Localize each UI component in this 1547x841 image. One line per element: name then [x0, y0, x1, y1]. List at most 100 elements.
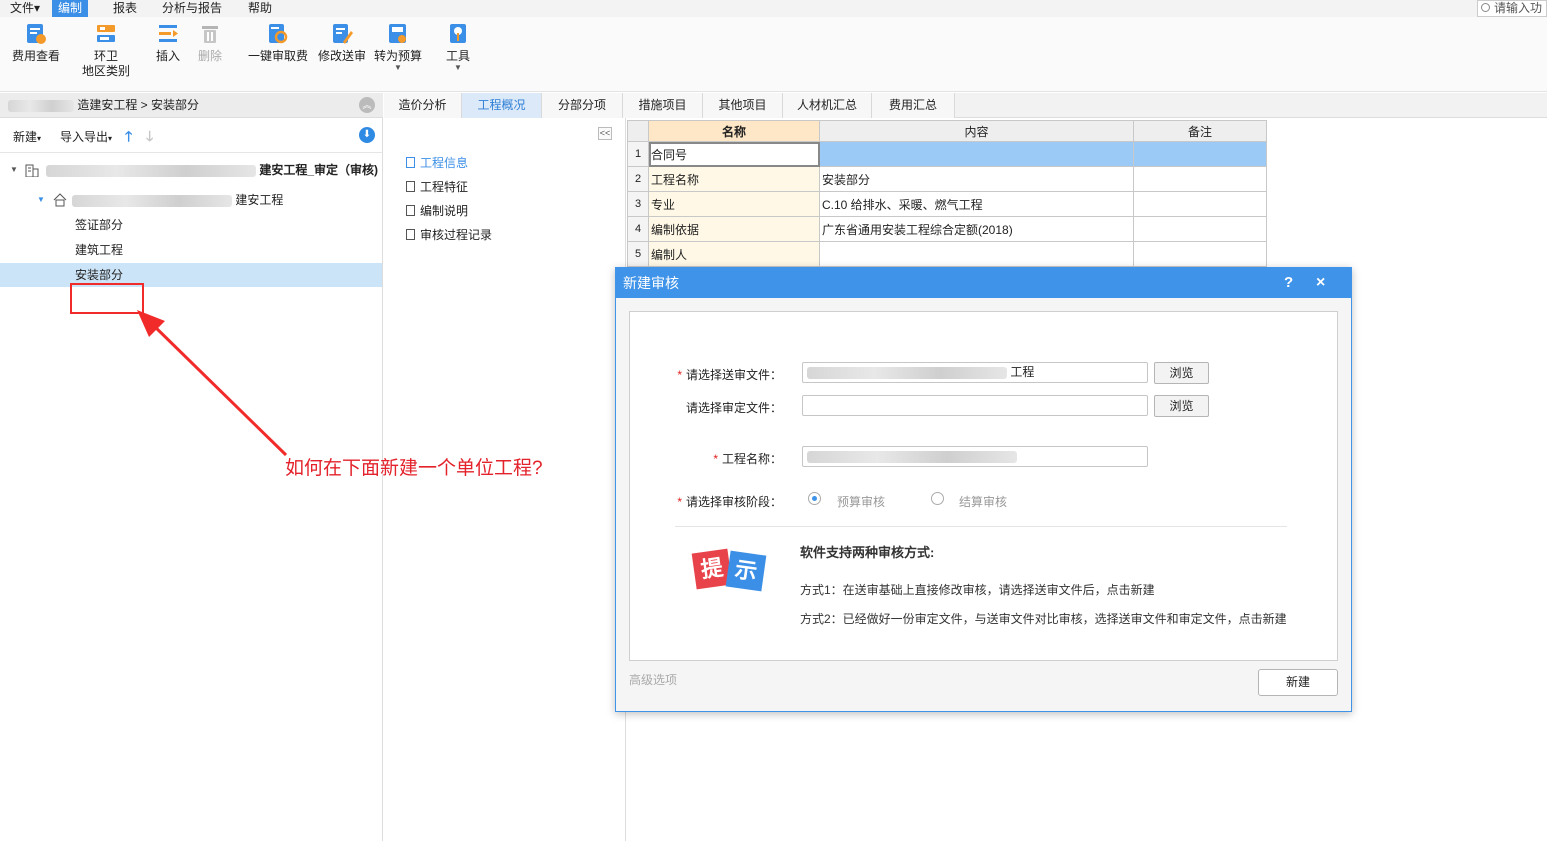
browse-approved-button[interactable]: 浏览: [1154, 395, 1209, 417]
collapse-up-icon[interactable]: ︽: [359, 97, 375, 113]
table-row[interactable]: 2 工程名称 安装部分: [627, 166, 1267, 192]
tree-toolbar: 新建▾ 导入导出▾ 🡑 🡓 ⬇: [0, 119, 383, 153]
download-icon[interactable]: ⬇: [359, 127, 375, 143]
tools-button[interactable]: 工具 ▼: [440, 22, 476, 72]
create-button[interactable]: 新建: [1258, 669, 1338, 696]
home-icon: [53, 193, 67, 207]
nav-audit-log[interactable]: 审核过程记录: [406, 225, 492, 245]
import-export-button[interactable]: 导入导出▾: [60, 128, 112, 145]
fee-view-icon: [27, 24, 46, 44]
stage-budget-label: 预算审核: [837, 495, 886, 509]
move-up-icon[interactable]: 🡑: [125, 126, 132, 150]
menu-report[interactable]: 报表: [107, 0, 143, 17]
close-icon[interactable]: ×: [1316, 268, 1325, 298]
blurred-text: [807, 450, 1017, 463]
approved-file-input[interactable]: [802, 395, 1148, 416]
project-name-label: * 工程名称：: [713, 452, 782, 466]
building-icon: [25, 164, 39, 177]
search-icon: [1481, 3, 1490, 12]
tree-root-node[interactable]: ▼ 建安工程_审定（审核): [0, 158, 382, 182]
tip-way-1: 方式1：在送审基础上直接修改审核，请选择送审文件后，点击新建: [800, 583, 1155, 597]
annotation-highlight-box: [70, 283, 144, 314]
table-row[interactable]: 1 合同号: [627, 141, 1267, 167]
modify-send-button[interactable]: 修改送审: [316, 22, 368, 64]
project-name-input[interactable]: [802, 446, 1148, 467]
tools-icon: [450, 24, 466, 43]
convert-budget-icon: [389, 24, 406, 43]
document-icon: [406, 181, 415, 192]
audit-fee-icon: [269, 24, 288, 44]
audit-stage-label: * 请选择审核阶段：: [677, 495, 782, 509]
column-header[interactable]: 备注: [1133, 120, 1267, 142]
expand-arrow-icon[interactable]: ▼: [37, 188, 45, 212]
toolbar: 费用查看 环卫 地区类别 插入 删除 一键审取费 修改送审 转为预算 ▼ 工具 …: [0, 17, 1547, 92]
menu-help[interactable]: 帮助: [242, 0, 278, 17]
insert-button[interactable]: 插入: [150, 22, 186, 64]
tab-sub-items[interactable]: 分部分项: [542, 93, 623, 118]
stage-settlement-label: 结算审核: [959, 495, 1008, 509]
table-row[interactable]: 3 专业 C.10 给排水、采暖、燃气工程: [627, 191, 1267, 217]
tree-item-install[interactable]: 安装部分: [0, 263, 382, 287]
dialog-body: * 请选择送审文件： 工程 浏览 请选择审定文件： 浏览 * 工程名称： * 请选择审…: [629, 311, 1338, 661]
nav-project-info[interactable]: 工程信息: [406, 153, 468, 173]
row-num-header: [627, 120, 649, 142]
table-row[interactable]: 5 编制人: [627, 241, 1267, 267]
insert-icon: [159, 25, 178, 42]
advanced-options-link[interactable]: 高级选项: [629, 671, 677, 688]
move-down-icon[interactable]: 🡓: [146, 126, 153, 150]
collapse-left-icon[interactable]: <<: [598, 127, 612, 140]
table-row[interactable]: 4 编制依据 广东省通用安装工程综合定额(2018): [627, 216, 1267, 242]
chevron-down-icon: ▼: [394, 63, 402, 72]
expand-arrow-icon[interactable]: ▼: [10, 158, 18, 182]
to-budget-button[interactable]: 转为预算 ▼: [372, 22, 424, 72]
document-icon: [406, 157, 415, 168]
tab-measures[interactable]: 措施项目: [623, 93, 703, 118]
new-audit-dialog: 新建审核 ? × * 请选择送审文件： 工程 浏览 请选择审定文件： 浏览 * 工程…: [615, 267, 1352, 712]
send-file-label: * 请选择送审文件：: [677, 368, 782, 382]
tab-other-items[interactable]: 其他项目: [703, 93, 783, 118]
tree-item-visa[interactable]: 签证部分: [0, 213, 382, 237]
column-header[interactable]: 名称: [648, 120, 820, 142]
divider: [675, 526, 1287, 527]
search-input[interactable]: 请输入功: [1477, 0, 1547, 17]
tree-child-node[interactable]: ▼ 建安工程: [0, 188, 382, 212]
tab-fee-summary[interactable]: 费用汇总: [872, 93, 955, 118]
menu-edit[interactable]: 编制: [52, 0, 89, 17]
blurred-text: [72, 194, 232, 207]
column-header[interactable]: 内容: [819, 120, 1134, 142]
breadcrumb: 造建安工程 > 安装部分: [0, 93, 383, 118]
blurred-text: [46, 164, 256, 177]
menu-analysis[interactable]: 分析与报告: [156, 0, 228, 17]
tab-labor-material[interactable]: 人材机汇总: [783, 93, 872, 118]
tab-project-overview[interactable]: 工程概况: [462, 93, 542, 118]
delete-button[interactable]: 删除: [192, 22, 228, 64]
one-click-fee-button[interactable]: 一键审取费: [246, 22, 310, 64]
fee-view-button[interactable]: 费用查看: [10, 22, 62, 64]
send-file-input[interactable]: 工程: [802, 362, 1148, 383]
help-icon[interactable]: ?: [1284, 268, 1293, 298]
menu-bar: 文件▾ 编制 报表 分析与报告 帮助 请输入功: [0, 0, 1547, 17]
blurred-text: [807, 366, 1007, 379]
env-region-button[interactable]: 环卫 地区类别: [78, 22, 134, 79]
browse-send-button[interactable]: 浏览: [1154, 362, 1209, 384]
tab-cost-analysis[interactable]: 造价分析: [384, 93, 462, 118]
tip-badge-icon: 提 示: [691, 545, 772, 605]
tip-way-2: 方式2：已经做好一份审定文件，与送审文件对比审核，选择送审文件和审定文件，点击新…: [800, 612, 1287, 626]
nav-project-features[interactable]: 工程特征: [406, 177, 468, 197]
edit-doc-icon: [333, 24, 353, 44]
tree-item-building[interactable]: 建筑工程: [0, 238, 382, 262]
document-icon: [406, 205, 415, 216]
env-region-icon: [97, 25, 115, 42]
nav-compile-notes[interactable]: 编制说明: [406, 201, 468, 221]
chevron-down-icon: ▼: [454, 63, 462, 72]
stage-settlement-radio[interactable]: [931, 492, 944, 505]
trash-icon: [202, 26, 218, 43]
new-button[interactable]: 新建▾: [13, 128, 41, 145]
document-icon: [406, 229, 415, 240]
approved-file-label: 请选择审定文件：: [685, 401, 782, 415]
tip-title: 软件支持两种审核方式:: [800, 545, 935, 560]
annotation-question: 如何在下面新建一个单位工程?: [285, 458, 543, 479]
project-info-table: 名称 内容 备注 1 合同号 2 工程名称 安装部分 3 专业 C.10 给排水…: [627, 120, 1267, 267]
menu-file[interactable]: 文件▾: [4, 0, 46, 17]
stage-budget-radio[interactable]: [808, 492, 821, 505]
